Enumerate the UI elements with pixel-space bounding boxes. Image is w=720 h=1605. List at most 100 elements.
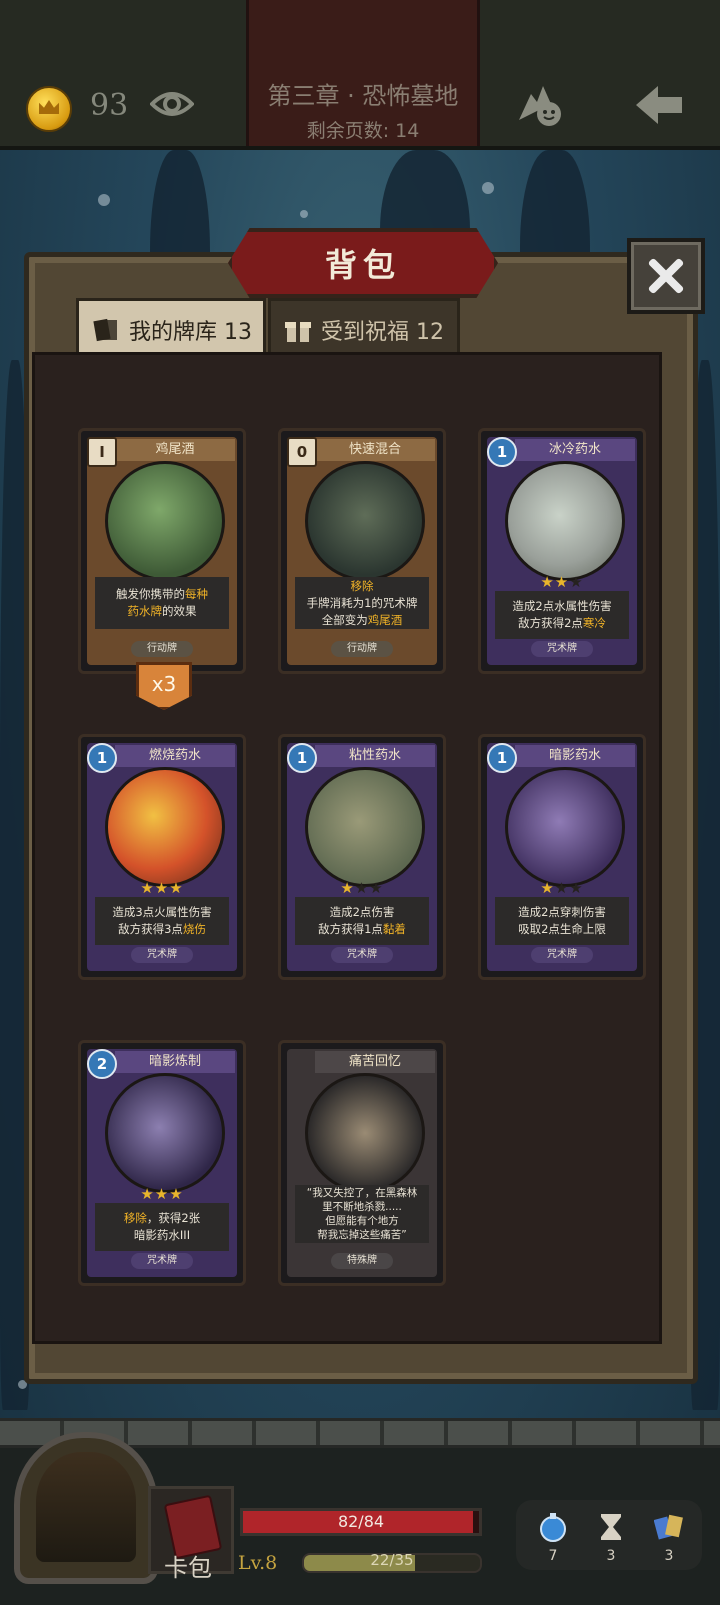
card-name: 暗影炼制 [115, 1051, 235, 1073]
back-arrow-icon[interactable] [632, 82, 686, 128]
card-stars: ★★★ [81, 879, 243, 897]
card-art [305, 1073, 425, 1193]
snowflake [482, 182, 494, 194]
card-description-line: 但愿能有个地方 [325, 1215, 399, 1227]
card[interactable]: 鸡尾酒 I 触发你携带的每种 药水牌的效果 行动牌 [78, 428, 246, 674]
card-art [505, 767, 625, 887]
card-description-line: 暗影药水III [133, 1228, 191, 1242]
card-description: 触发你携带的每种 药水牌的效果 [95, 577, 229, 629]
snowflake [98, 194, 110, 206]
card-stars: ★★★ [481, 573, 643, 591]
star-filled-icon: ★ [540, 879, 555, 897]
tab-label: 我的牌库 13 [129, 320, 252, 345]
hourglass-icon [601, 1514, 621, 1540]
card-art [505, 461, 625, 581]
card-type: 咒术牌 [531, 947, 593, 963]
card-description: 移除，获得2张 暗影药水III [95, 1203, 229, 1251]
card-name: 快速混合 [315, 439, 435, 461]
pet-icon[interactable] [515, 80, 567, 128]
star-empty-icon: ★ [569, 573, 584, 591]
card-description: 移除手牌消耗为1的咒术牌 全部变为鸡尾酒 [295, 577, 429, 629]
hero-portrait[interactable] [14, 1432, 158, 1584]
card[interactable]: 暗影炼制 2 ★★★ 移除，获得2张 暗影药水III 咒术牌 [78, 1040, 246, 1286]
card-name: 鸡尾酒 [115, 439, 235, 461]
card-type: 咒术牌 [131, 1253, 193, 1269]
card-description: 造成2点水属性伤害 敌方获得2点寒冷 [495, 591, 629, 639]
card-art [105, 767, 225, 887]
card-type: 行动牌 [131, 641, 193, 657]
star-filled-icon: ★ [154, 1185, 170, 1203]
card-description-line: 吸取2点生命上限 [518, 922, 606, 936]
view-eye-icon[interactable] [150, 90, 194, 118]
card-cost: 0 [287, 437, 317, 467]
close-button[interactable] [627, 238, 705, 314]
health-text: 82/84 [337, 1512, 385, 1531]
tab-label: 受到祝福 12 [321, 320, 444, 345]
card[interactable]: 快速混合 0 移除手牌消耗为1的咒术牌 全部变为鸡尾酒 行动牌 [278, 428, 446, 674]
card-description-line: 移除 [350, 578, 374, 593]
card-description-line: 造成2点水属性伤害 [512, 599, 612, 613]
card-description-line: 全部变为鸡尾酒 [321, 612, 403, 627]
card[interactable]: 燃烧药水 1 ★★★ 造成3点火属性伤害 敌方获得3点烧伤 咒术牌 [78, 734, 246, 980]
card-type: 行动牌 [331, 641, 393, 657]
card-cost: 2 [87, 1049, 117, 1079]
card-cost: 1 [87, 743, 117, 773]
card-description: “我又失控了，在黑森林 里不断地杀戮..... 但愿能有个地方 帮我忘掉这些痛苦” [295, 1185, 429, 1243]
card-description-line: 敌方获得3点烧伤 [118, 922, 206, 936]
chapter-banner: 第三章 · 恐怖墓地 剩余页数: 14 [246, 0, 480, 146]
resource-value: 3 [664, 1548, 674, 1564]
card-description-line: 移除，获得2张 [123, 1211, 201, 1225]
star-filled-icon: ★ [154, 879, 170, 897]
star-filled-icon: ★ [140, 1185, 155, 1203]
card-description-line: “我又失控了，在黑森林 [306, 1187, 418, 1199]
star-empty-icon: ★ [369, 879, 384, 897]
card[interactable]: 粘性药水 1 ★★★ 造成2点伤害 敌方获得1点黏着 咒术牌 [278, 734, 446, 980]
card-name: 暗影药水 [515, 745, 635, 767]
cards-icon [93, 318, 117, 342]
card[interactable]: 痛苦回忆 “我又失控了，在黑森林 里不断地杀戮..... 但愿能有个地方 帮我忘掉这些痛… [278, 1040, 446, 1286]
card-description-line: 触发你携带的每种 [116, 587, 208, 601]
card-description-line: 造成3点火属性伤害 [112, 905, 212, 919]
card-art [105, 1073, 225, 1193]
card-pack-label: 卡包 [164, 1554, 212, 1582]
card-art [305, 461, 425, 581]
card-type: 咒术牌 [531, 641, 593, 657]
chapter-title: 第三章 · 恐怖墓地 [267, 82, 459, 110]
card-type: 咒术牌 [131, 947, 193, 963]
panel-title: 背包 [324, 246, 401, 284]
hero-avatar [36, 1452, 136, 1562]
card-type: 特殊牌 [331, 1253, 393, 1269]
card-type: 咒术牌 [331, 947, 393, 963]
card-stars: ★★★ [81, 1185, 243, 1203]
card-description-line: 手牌消耗为1的咒术牌 [306, 595, 418, 610]
level-label: Lv.8 [238, 1552, 278, 1574]
card-description: 造成2点伤害 敌方获得1点黏着 [295, 897, 429, 945]
xp-text: 22/35 [370, 1551, 414, 1569]
card-cost: 1 [287, 743, 317, 773]
card-description-line: 里不断地杀戮..... [322, 1201, 402, 1213]
cards-icon [654, 1514, 683, 1540]
card[interactable]: 暗影药水 1 ★★★ 造成2点穿刺伤害 吸取2点生命上限 咒术牌 [478, 734, 646, 980]
star-filled-icon: ★ [554, 573, 570, 591]
gift-icon [285, 322, 311, 342]
star-filled-icon: ★ [169, 1185, 184, 1203]
card[interactable]: 冰冷药水 1 ★★★ 造成2点水属性伤害 敌方获得2点寒冷 咒术牌 [478, 428, 646, 674]
card-cost: 1 [487, 437, 517, 467]
card-name: 冰冷药水 [515, 439, 635, 461]
resource-value: 7 [548, 1548, 558, 1564]
card-description: 造成2点穿刺伤害 吸取2点生命上限 [495, 897, 629, 945]
potion-icon [540, 1513, 566, 1542]
gold-amount: 93 [90, 88, 129, 123]
card-name: 燃烧药水 [115, 745, 235, 767]
card-cost: 1 [487, 743, 517, 773]
star-filled-icon: ★ [540, 573, 555, 591]
gold-coin-icon [26, 86, 72, 132]
star-empty-icon: ★ [554, 879, 570, 897]
resource-value: 3 [606, 1548, 616, 1564]
star-filled-icon: ★ [140, 879, 155, 897]
card-name: 粘性药水 [315, 745, 435, 767]
card-description-line: 造成2点伤害 [329, 905, 395, 919]
card-description-line: 敌方获得1点黏着 [318, 922, 406, 936]
star-empty-icon: ★ [354, 879, 370, 897]
card-description-line: 敌方获得2点寒冷 [518, 616, 606, 630]
